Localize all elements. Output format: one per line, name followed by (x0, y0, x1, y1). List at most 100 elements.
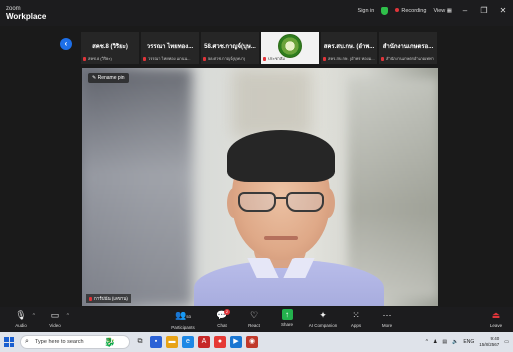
windows-start-button[interactable] (4, 337, 14, 347)
participant-tile[interactable]: วรรณา ไทยทอง... วรรณา ไทยทอง แกนน... (140, 31, 200, 65)
apps-icon: ⁙ (352, 310, 360, 320)
rename-pin-label: Rename pin (97, 75, 125, 81)
participant-sub: ประชาสัม (268, 56, 285, 61)
more-label: More (381, 323, 393, 328)
audio-button[interactable]: 🎙 ^ Audio (6, 309, 36, 328)
windows-taskbar: ⌕ Type here to search 🐉 ⧉ ▪ ▬ e A ● ▶ ◉ … (0, 332, 513, 352)
participant-name: 58.ศวช.กาญจ์(บุษ... (204, 44, 256, 50)
clock-date: 15/8/2567 (479, 342, 500, 347)
speaker-name-tag: การ์ปนัน (เลขาน) (86, 294, 131, 303)
chevron-up-icon[interactable]: ^ (33, 313, 35, 319)
shield-icon[interactable] (381, 6, 389, 15)
participant-name: สคร.สบ.กษ. (อำพ... (323, 44, 375, 50)
participant-tile[interactable]: สคช.8 (วิริยะ) สคช.8 (วิริยะ) (80, 31, 140, 65)
network-icon[interactable]: ▤ (442, 339, 447, 345)
glasses-bridge (276, 197, 286, 199)
task-view-icon[interactable]: ⧉ (134, 336, 146, 348)
volume-icon[interactable]: 🔈 (452, 339, 458, 345)
view-label: View (433, 7, 446, 14)
participants-count: 53 (186, 314, 191, 319)
participant-sub: สคร.สบ.กษ. (อำพร ทองม... (328, 56, 375, 61)
dragon-app-icon[interactable]: 🐉 (104, 336, 116, 348)
sparkle-icon: ✦ (319, 310, 327, 320)
apps-label: Apps (350, 323, 362, 328)
edge-icon[interactable]: e (182, 336, 194, 348)
file-explorer-icon[interactable]: ▬ (166, 336, 178, 348)
apps-button[interactable]: ⁙ Apps (341, 309, 371, 328)
notification-icon[interactable]: ▭ (504, 339, 509, 345)
react-button[interactable]: ♡ React (239, 309, 269, 328)
close-button[interactable]: ✕ (497, 6, 509, 15)
ai-companion-button[interactable]: ✦ AI Companion (305, 309, 341, 328)
zoom-taskbar-icon[interactable]: ▶ (230, 336, 242, 348)
pin-icon: ✎ (92, 75, 97, 81)
more-icon: ⋯ (382, 310, 392, 320)
app-icon[interactable]: ● (214, 336, 226, 348)
rename-pin-button[interactable]: ✎ Rename pin (88, 73, 129, 83)
background-blur (232, 68, 312, 138)
lang-indicator[interactable]: ENG (463, 339, 474, 345)
restore-button[interactable]: ❐ (478, 6, 490, 15)
background-blur (82, 68, 192, 306)
mic-muted-icon (203, 56, 206, 61)
participant-tile[interactable]: สคร.สบ.กษ. (อำพ... สคร.สบ.กษ. (อำพร ทองม… (320, 31, 378, 65)
taskbar-clock[interactable]: 9:40 15/8/2567 (479, 336, 499, 348)
leave-label: Leave (489, 323, 503, 328)
participant-sub: สำนักงานเกษตรอำเภอเทพา (386, 56, 434, 61)
participant-sub: วรรณา ไทยทอง แกนน... (148, 56, 191, 61)
participant-name: สคช.8 (วิริยะ) (92, 44, 128, 50)
gallery-prev-button[interactable]: ‹ (60, 38, 72, 50)
heart-icon: ♡ (249, 310, 259, 320)
mic-muted-icon (83, 56, 86, 61)
app-icon[interactable]: ▪ (150, 336, 162, 348)
chevron-up-icon[interactable]: ^ (426, 339, 428, 345)
share-screen-icon: ↑ (281, 309, 293, 320)
participant-name: สำนักงานเกษตรอ... (382, 44, 434, 50)
sign-in-link[interactable]: Sign in (358, 8, 375, 14)
video-button[interactable]: ▭ ^ Video (40, 309, 70, 328)
glasses-lens (286, 192, 324, 212)
video-camera-icon: ▭ (50, 310, 60, 320)
clock-time: 9:40 (490, 336, 500, 341)
pdf-icon[interactable]: A (198, 336, 210, 348)
view-button[interactable]: View ▦ (433, 8, 452, 14)
minimize-button[interactable]: – (459, 6, 471, 15)
participant-tile[interactable]: ประชาสัม (260, 31, 320, 65)
audio-label: Audio (15, 323, 27, 328)
chat-label: Chat (217, 323, 227, 328)
app-icon[interactable]: ◉ (246, 336, 258, 348)
speaker-hair (227, 130, 335, 182)
zoom-logo: zoom Workplace (6, 5, 46, 21)
ai-companion-label: AI Companion (308, 323, 338, 328)
logo-workplace-text: Workplace (6, 12, 47, 21)
participant-label: 58.ศวช.กาญจ์(บุษบา) (203, 55, 257, 62)
recording-indicator[interactable]: Recording (395, 7, 427, 14)
system-tray: ^ ♟ ▤ 🔈 ENG 9:40 15/8/2567 ▭ (426, 335, 509, 349)
background-blur (348, 78, 438, 298)
participant-tile[interactable]: สำนักงานเกษตรอ... สำนักงานเกษตรอำเภอเทพา (378, 31, 438, 65)
participants-icon: 👥53 (175, 310, 191, 320)
more-button[interactable]: ⋯ More (372, 309, 402, 328)
chat-button[interactable]: 💬 2 Chat (207, 309, 237, 328)
participant-tile[interactable]: 58.ศวช.กาญจ์(บุษ... 58.ศวช.กาญจ์(บุษบา) (200, 31, 260, 65)
glasses-lens (238, 192, 276, 212)
leave-button[interactable]: ⏏ Leave (481, 309, 511, 328)
mic-muted-icon (323, 56, 326, 61)
search-placeholder: Type here to search (35, 339, 84, 345)
share-button[interactable]: ↑ Share (272, 309, 302, 327)
grid-icon: ▦ (446, 7, 452, 14)
speaker-name: การ์ปนัน (เลขาน) (94, 296, 128, 301)
mic-muted-icon (89, 296, 92, 301)
chat-icon: 💬 (216, 310, 228, 320)
active-speaker-video[interactable]: ✎ Rename pin การ์ปนัน (เลขาน) (82, 68, 438, 306)
participant-sub: 58.ศวช.กาญจ์(บุษบา) (208, 56, 246, 61)
record-dot-icon (395, 7, 400, 12)
participants-button[interactable]: 👥53 Participants (166, 309, 200, 330)
recording-label: Recording (401, 7, 427, 14)
chevron-up-icon[interactable]: ^ (67, 313, 69, 319)
person-icon[interactable]: ♟ (433, 339, 437, 345)
participant-label: วรรณา ไทยทอง แกนน... (143, 55, 197, 62)
title-bar: zoom Workplace Sign in Recording View ▦ … (0, 0, 513, 26)
video-label: Video (49, 323, 61, 328)
participant-sub: สคช.8 (วิริยะ) (88, 56, 112, 61)
